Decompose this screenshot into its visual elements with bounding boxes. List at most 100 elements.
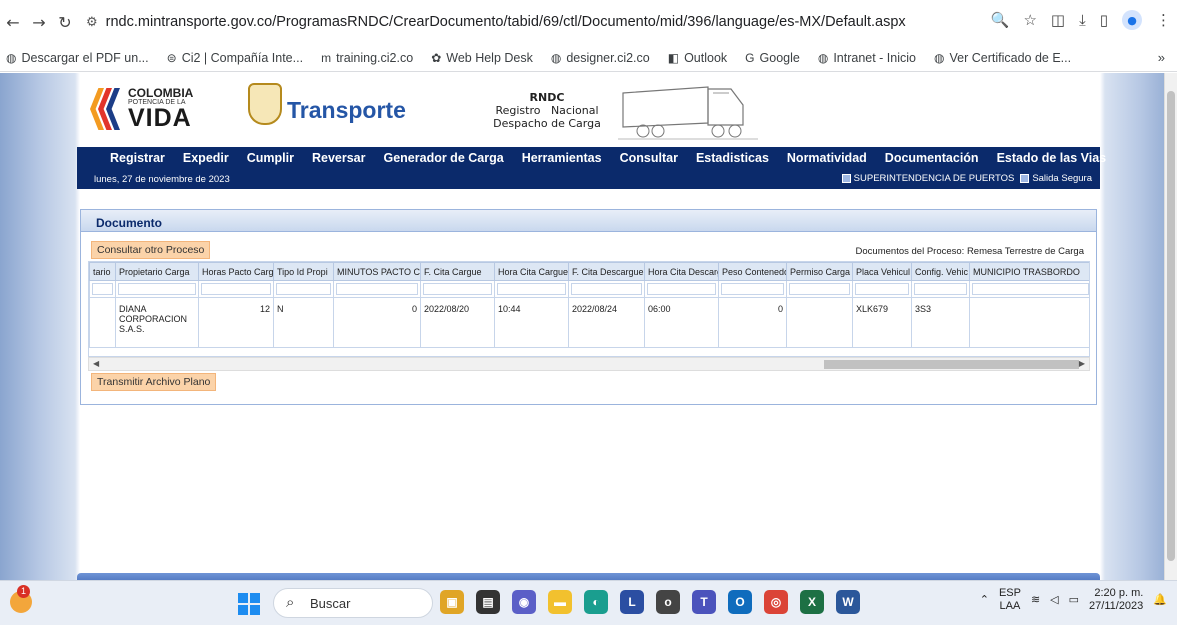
edge-browser-icon[interactable]: ◐ bbox=[584, 590, 608, 614]
filter-input[interactable] bbox=[972, 283, 1089, 295]
filter-input[interactable] bbox=[201, 283, 271, 295]
wifi-icon[interactable]: ≋ bbox=[1031, 593, 1040, 606]
l-app-icon[interactable]: L bbox=[620, 590, 644, 614]
column-header[interactable]: MUNICIPIO TRASBORDO bbox=[969, 262, 1089, 281]
table-row[interactable]: DIANA CORPORACION S.A.S. 12 N 0 2022/08/20 10… bbox=[89, 297, 1089, 348]
menu-item[interactable]: Normatividad bbox=[787, 151, 867, 165]
column-header[interactable]: tario bbox=[89, 262, 116, 281]
bookmark-item[interactable]: ✿ Web Help Desk bbox=[431, 51, 533, 65]
bookmark-item[interactable]: ◍ Intranet - Inicio bbox=[818, 51, 916, 65]
filter-input[interactable] bbox=[276, 283, 331, 295]
teams-icon[interactable]: T bbox=[692, 590, 716, 614]
filter-cell bbox=[568, 280, 645, 298]
zoom-icon[interactable]: 🔍 bbox=[991, 11, 1010, 29]
scroll-right-icon[interactable]: ▶ bbox=[1079, 359, 1085, 368]
column-header[interactable]: Placa Vehicul bbox=[852, 262, 912, 281]
bookmark-item[interactable]: m training.ci2.co bbox=[321, 51, 413, 65]
filter-input[interactable] bbox=[914, 283, 967, 295]
filter-input[interactable] bbox=[571, 283, 642, 295]
extensions-icon[interactable]: ◫ bbox=[1051, 11, 1065, 29]
chat-app-icon[interactable]: ◉ bbox=[512, 590, 536, 614]
outlook-icon[interactable]: O bbox=[728, 590, 752, 614]
column-header[interactable]: Hora Cita Descarg bbox=[644, 262, 719, 281]
bookmark-item[interactable]: ◍ Ver Certificado de E... bbox=[934, 51, 1071, 65]
word-icon[interactable]: W bbox=[836, 590, 860, 614]
bookmark-item[interactable]: G Google bbox=[745, 51, 800, 65]
site-settings-icon[interactable]: ⚙ bbox=[86, 14, 98, 30]
address-bar[interactable]: ⚙ rndc.mintransporte.gov.co/ProgramasRND… bbox=[86, 14, 906, 30]
download-icon[interactable]: ⤓ bbox=[1079, 11, 1086, 29]
column-header[interactable]: F. Cita Descargue bbox=[568, 262, 645, 281]
filter-input[interactable] bbox=[721, 283, 784, 295]
menu-item[interactable]: Consultar bbox=[620, 151, 678, 165]
page-scrollbar-thumb[interactable] bbox=[1167, 91, 1175, 561]
filter-input[interactable] bbox=[92, 283, 113, 295]
column-header[interactable]: Peso Contenedo bbox=[718, 262, 787, 281]
notification-bell-icon[interactable]: 🔔 bbox=[1153, 593, 1167, 606]
menu-item[interactable]: Generador de Carga bbox=[384, 151, 504, 165]
bookmarks-more-icon[interactable]: » bbox=[1158, 50, 1165, 65]
windows-taskbar: 1 ⌕ Buscar ▣ ▤ ◉ ▬ ◐ L o T O ◎ X W ⌃ ESP… bbox=[0, 580, 1177, 625]
column-header[interactable]: Hora Cita Cargue bbox=[494, 262, 569, 281]
filter-input[interactable] bbox=[336, 283, 418, 295]
grid-horizontal-scrollbar[interactable]: ◀ ▶ bbox=[88, 357, 1090, 371]
windows-start-icon[interactable] bbox=[238, 593, 260, 615]
language-indicator[interactable]: ESP LAA bbox=[999, 587, 1021, 612]
menu-dots-icon[interactable]: ⋮ bbox=[1156, 11, 1171, 29]
o-app-icon[interactable]: o bbox=[656, 590, 680, 614]
superintendencia-link[interactable]: SUPERINTENDENCIA DE PUERTOS bbox=[841, 173, 1014, 184]
task-view-icon[interactable]: ▤ bbox=[476, 590, 500, 614]
search-icon: ⌕ bbox=[286, 594, 295, 611]
column-header[interactable]: Permiso Carga bbox=[786, 262, 853, 281]
taskbar-apps: ▣ ▤ ◉ ▬ ◐ L o T O ◎ X W bbox=[440, 590, 860, 614]
battery-icon[interactable]: ▭ bbox=[1069, 593, 1079, 606]
chevron-up-icon[interactable]: ⌃ bbox=[980, 593, 989, 606]
weather-widget[interactable]: 1 bbox=[10, 585, 36, 617]
menu-item[interactable]: Documentación bbox=[885, 151, 979, 165]
column-header[interactable]: Horas Pacto Carg bbox=[198, 262, 274, 281]
filter-input[interactable] bbox=[497, 283, 566, 295]
menu-item[interactable]: Reversar bbox=[312, 151, 366, 165]
column-header[interactable]: MINUTOS PACTO C bbox=[333, 262, 421, 281]
bookmark-item[interactable]: ⊜ Ci2 | Compañía Inte... bbox=[167, 51, 303, 65]
menu-item[interactable]: Expedir bbox=[183, 151, 229, 165]
weather-icon: 1 bbox=[10, 585, 32, 613]
menu-item[interactable]: Cumplir bbox=[247, 151, 294, 165]
filter-input[interactable] bbox=[118, 283, 196, 295]
column-header[interactable]: F. Cita Cargue bbox=[420, 262, 495, 281]
forward-icon[interactable]: → bbox=[26, 13, 52, 32]
filter-input[interactable] bbox=[789, 283, 850, 295]
transmit-file-button[interactable]: Transmitir Archivo Plano bbox=[91, 373, 217, 391]
filter-input[interactable] bbox=[423, 283, 492, 295]
scrollbar-thumb[interactable] bbox=[824, 360, 1079, 369]
menu-item[interactable]: Estado de las Vias bbox=[997, 151, 1107, 165]
page-vertical-scrollbar[interactable] bbox=[1164, 73, 1177, 580]
menu-item[interactable]: Registrar bbox=[110, 151, 165, 165]
chrome-icon[interactable]: ◎ bbox=[764, 590, 788, 614]
bookmark-item[interactable]: ◍ designer.ci2.co bbox=[551, 51, 650, 65]
file-explorer-icon[interactable]: ▬ bbox=[548, 590, 572, 614]
filter-input[interactable] bbox=[647, 283, 716, 295]
bookmark-star-icon[interactable]: ☆ bbox=[1023, 11, 1036, 29]
logout-link[interactable]: Salida Segura bbox=[1020, 173, 1092, 184]
scroll-left-icon[interactable]: ◀ bbox=[93, 359, 99, 368]
profile-icon[interactable]: ● bbox=[1122, 10, 1142, 30]
taskbar-search[interactable]: ⌕ Buscar bbox=[273, 588, 433, 618]
filter-input[interactable] bbox=[855, 283, 909, 295]
briefcase-app-icon[interactable]: ▣ bbox=[440, 590, 464, 614]
menu-item[interactable]: Estadisticas bbox=[696, 151, 769, 165]
excel-icon[interactable]: X bbox=[800, 590, 824, 614]
volume-icon[interactable]: ◁ bbox=[1050, 593, 1058, 606]
side-panel-icon[interactable]: ▯ bbox=[1100, 11, 1108, 29]
column-header[interactable]: Tipo Id Propi bbox=[273, 262, 334, 281]
column-header[interactable]: Config. Vehic bbox=[911, 262, 970, 281]
clock[interactable]: 2:20 p. m. 27/11/2023 bbox=[1089, 587, 1143, 612]
bookmark-item[interactable]: ◍ Descargar el PDF un... bbox=[6, 51, 149, 65]
menu-item[interactable]: Herramientas bbox=[522, 151, 602, 165]
consult-process-button[interactable]: Consultar otro Proceso bbox=[91, 241, 211, 259]
column-header[interactable]: Propietario Carga bbox=[115, 262, 199, 281]
back-icon[interactable]: ← bbox=[0, 13, 26, 32]
bookmark-item[interactable]: ◧ Outlook bbox=[668, 51, 727, 65]
reload-icon[interactable]: ↻ bbox=[52, 13, 78, 32]
document-title: Documento bbox=[81, 210, 1096, 232]
